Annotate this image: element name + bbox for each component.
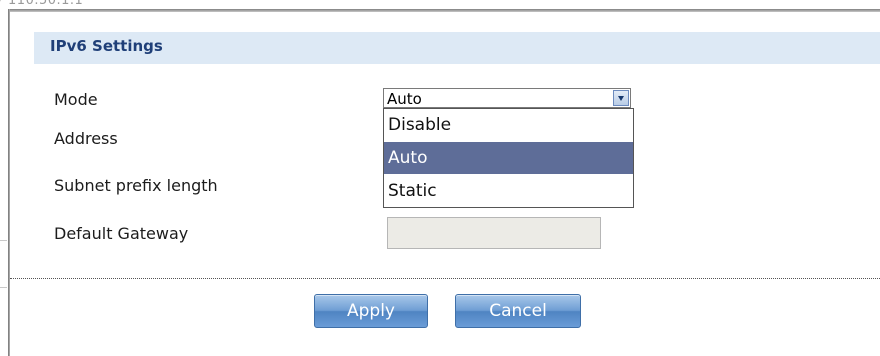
mode-dropdown-list: Disable Auto Static — [383, 108, 634, 208]
default-gateway-label: Default Gateway — [54, 224, 189, 243]
mode-option-disable[interactable]: Disable — [384, 109, 633, 141]
apply-button[interactable]: Apply — [314, 294, 428, 328]
mode-label: Mode — [54, 90, 98, 109]
cancel-button[interactable]: Cancel — [455, 294, 581, 328]
default-gateway-input — [387, 217, 601, 249]
mode-option-auto[interactable]: Auto — [384, 142, 633, 174]
mode-option-static[interactable]: Static — [384, 175, 633, 207]
background-window-text: V 110.50.1.1 — [0, 0, 84, 8]
section-title: IPv6 Settings — [50, 37, 163, 55]
section-header: IPv6 Settings — [34, 32, 880, 64]
ipv6-settings-dialog: IPv6 Settings Mode Address Subnet prefix… — [10, 12, 880, 356]
address-label: Address — [54, 129, 118, 148]
background-tick — [0, 240, 7, 241]
dotted-divider — [10, 278, 880, 279]
mode-select[interactable]: Auto — [383, 88, 631, 108]
subnet-prefix-length-label: Subnet prefix length — [54, 176, 218, 195]
background-tick — [0, 287, 7, 288]
mode-select-value: Auto — [387, 90, 422, 108]
dropdown-arrow-icon[interactable] — [613, 90, 629, 106]
